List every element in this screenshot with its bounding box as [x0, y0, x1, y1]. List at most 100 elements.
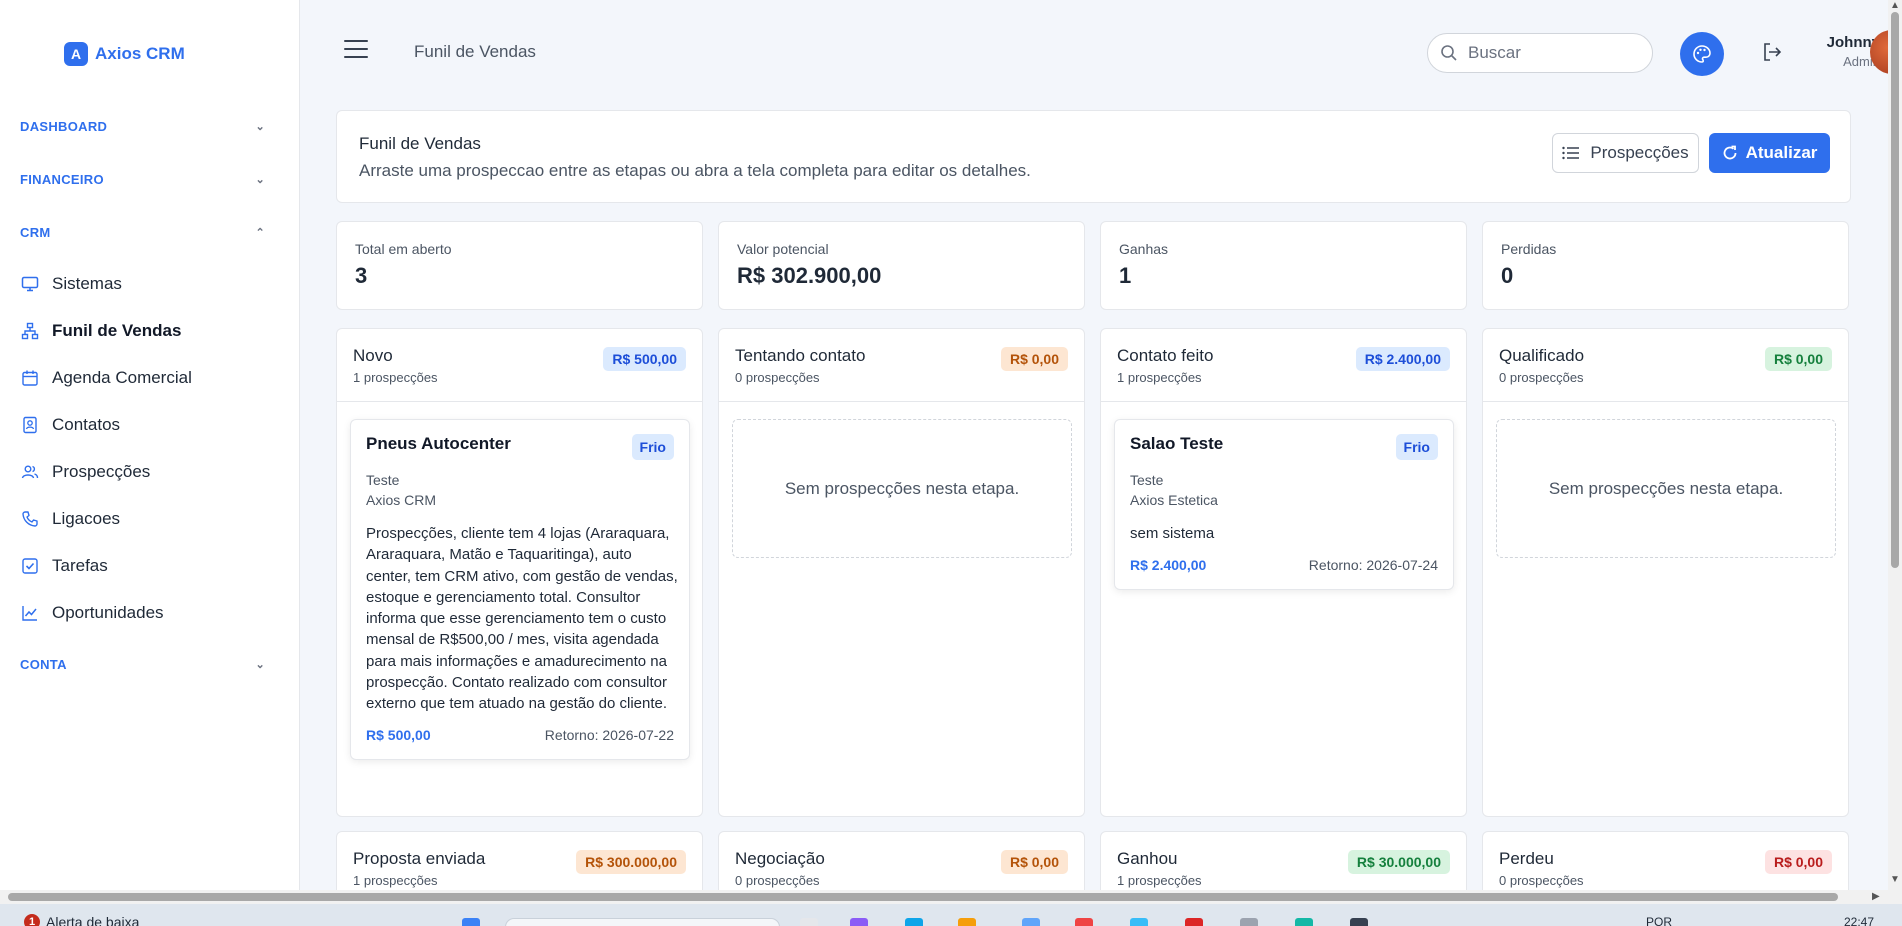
search-input[interactable]: [1468, 43, 1628, 63]
sidebar-item-ligacoes[interactable]: Ligacoes: [20, 504, 280, 534]
stage-column-contato-feito: Contato feito 1 prospecções R$ 2.400,00 …: [1100, 328, 1467, 817]
search-icon: [1441, 45, 1457, 61]
taskbar-app-icon[interactable]: [905, 918, 923, 926]
stat-ganhas: Ganhas 1: [1100, 221, 1467, 310]
list-icon: [1562, 146, 1580, 160]
sidebar-item-sistemas[interactable]: Sistemas: [20, 269, 280, 299]
app-logo[interactable]: A Axios CRM: [64, 42, 185, 66]
vertical-scrollbar[interactable]: ▲ ▼: [1888, 0, 1902, 890]
stage-header: Tentando contato 0 prospecções R$ 0,00: [719, 329, 1084, 402]
stage-name: Novo: [353, 346, 393, 365]
taskbar-app-icon[interactable]: [1185, 918, 1203, 926]
taskbar-app-icon[interactable]: [1240, 918, 1258, 926]
sidebar-item-tarefas[interactable]: Tarefas: [20, 551, 280, 581]
sidebar-section-conta[interactable]: CONTA ⌄: [20, 657, 265, 672]
stat-total-em-aberto: Total em aberto 3: [336, 221, 703, 310]
prospeccoes-list-button[interactable]: Prospecções: [1552, 133, 1699, 173]
sidebar-section-crm[interactable]: CRM ⌃: [20, 225, 265, 240]
sidebar-item-label: Oportunidades: [52, 603, 164, 622]
stage-name: Perdeu: [1499, 849, 1554, 868]
clock[interactable]: 22:47: [1844, 915, 1874, 926]
stage-header: Negociação 0 prospecções R$ 0,00: [719, 832, 1084, 890]
stage-column-novo: Novo 1 prospecções R$ 500,00 Pneus Autoc…: [336, 328, 703, 817]
phone-icon: [20, 509, 40, 529]
stage-header: Ganhou 1 prospecções R$ 30.000,00: [1101, 832, 1466, 890]
deal-title: Salao Teste: [1130, 434, 1224, 453]
section-label: DASHBOARD: [20, 119, 108, 134]
logout-button[interactable]: [1760, 40, 1784, 64]
user-info[interactable]: Johnny Admin: [1800, 34, 1880, 69]
stage-total-badge: R$ 0,00: [1000, 850, 1068, 874]
taskbar-app-icon[interactable]: [1295, 918, 1313, 926]
scroll-down-arrow-icon[interactable]: ▼: [1890, 874, 1900, 885]
app-name: Axios CRM: [95, 44, 185, 63]
scroll-up-arrow-icon[interactable]: ▲: [1890, 0, 1900, 11]
taskbar-app-icon[interactable]: [1130, 918, 1148, 926]
chevron-down-icon: ⌄: [255, 659, 265, 671]
sidebar-item-contatos[interactable]: Contatos: [20, 410, 280, 440]
sitemap-icon: [20, 321, 40, 341]
stage-count: 1 prospecções: [353, 873, 438, 888]
taskbar-app-icon[interactable]: [1350, 918, 1368, 926]
theme-palette-button[interactable]: [1680, 32, 1724, 76]
deal-card[interactable]: Pneus Autocenter Frio Teste Axios CRM Pr…: [350, 419, 690, 760]
sidebar-item-label: Agenda Comercial: [52, 368, 192, 387]
sidebar-item-agenda-comercial[interactable]: Agenda Comercial: [20, 363, 280, 393]
stage-column-proposta-enviada: Proposta enviada 1 prospecções R$ 300.00…: [336, 831, 703, 890]
language-indicator[interactable]: POR: [1646, 915, 1672, 926]
stage-total-badge: R$ 30.000,00: [1347, 850, 1450, 874]
stat-perdidas: Perdidas 0: [1482, 221, 1849, 310]
sidebar-section-dashboard[interactable]: DASHBOARD ⌄: [20, 119, 265, 134]
empty-dropzone[interactable]: Sem prospecções nesta etapa.: [1496, 419, 1836, 558]
page-title: Funil de Vendas: [359, 134, 481, 153]
chevron-up-icon: ⌃: [255, 227, 265, 239]
sidebar-item-funil-de-vendas[interactable]: Funil de Vendas: [20, 316, 280, 346]
taskbar-app-icon[interactable]: [958, 918, 976, 926]
chevron-down-icon: ⌄: [255, 174, 265, 186]
taskbar-search[interactable]: [505, 918, 780, 926]
empty-dropzone[interactable]: Sem prospecções nesta etapa.: [732, 419, 1072, 558]
logo-mark-icon: A: [64, 42, 88, 66]
contact-card-icon: [20, 415, 40, 435]
stage-column-negociacao: Negociação 0 prospecções R$ 0,00: [718, 831, 1085, 890]
stage-name: Proposta enviada: [353, 849, 486, 868]
stage-column-perdeu: Perdeu 0 prospecções R$ 0,00: [1482, 831, 1849, 890]
monitor-icon: [20, 274, 40, 294]
stage-header: Perdeu 0 prospecções R$ 0,00: [1483, 832, 1848, 890]
funnel-header-card: Funil de Vendas Arraste uma prospeccao e…: [336, 110, 1851, 203]
palette-icon: [1693, 45, 1711, 63]
taskbar-app-icon[interactable]: [1075, 918, 1093, 926]
scrollbar-thumb[interactable]: [8, 893, 1838, 901]
stage-count: 0 prospecções: [735, 873, 820, 888]
stage-header: Contato feito 1 prospecções R$ 2.400,00: [1101, 329, 1466, 402]
hamburger-menu-icon[interactable]: [344, 40, 368, 58]
stage-count: 1 prospecções: [1117, 873, 1202, 888]
sidebar-item-prospeccoes[interactable]: Prospecções: [20, 457, 280, 487]
stage-name: Tentando contato: [735, 346, 866, 365]
deal-company: Axios Estetica: [1130, 492, 1218, 508]
button-label: Prospecções: [1590, 143, 1689, 162]
taskbar-app-icon[interactable]: [800, 918, 818, 926]
sidebar-section-financeiro[interactable]: FINANCEIRO ⌄: [20, 172, 265, 187]
deal-value: R$ 2.400,00: [1130, 557, 1207, 573]
user-name: Johnny: [1826, 34, 1880, 51]
taskbar-app-icon[interactable]: [1022, 918, 1040, 926]
sidebar-item-oportunidades[interactable]: Oportunidades: [20, 598, 280, 628]
horizontal-scrollbar[interactable]: ▶: [0, 890, 1902, 904]
checkbox-icon: [20, 556, 40, 576]
stage-name: Qualificado: [1499, 346, 1585, 365]
scrollbar-thumb[interactable]: [1891, 12, 1899, 568]
taskbar-app-icon[interactable]: [850, 918, 868, 926]
stage-count: 0 prospecções: [1499, 370, 1584, 385]
deal-card[interactable]: Salao Teste Frio Teste Axios Estetica se…: [1114, 419, 1454, 590]
refresh-button[interactable]: Atualizar: [1709, 133, 1830, 173]
start-icon[interactable]: [462, 918, 480, 926]
stat-label: Ganhas: [1119, 241, 1169, 257]
page-subtitle: Arraste uma prospeccao entre as etapas o…: [359, 161, 1031, 180]
search-box[interactable]: [1427, 33, 1653, 73]
deal-contact: Teste: [1130, 472, 1164, 488]
taskbar-alert[interactable]: 1 Alerta de baixa: [24, 914, 139, 926]
deal-return-date: Retorno: 2026-07-22: [544, 727, 674, 743]
scroll-right-arrow-icon[interactable]: ▶: [1872, 890, 1880, 904]
os-taskbar: 1 Alerta de baixa POR 22:47: [0, 904, 1902, 926]
